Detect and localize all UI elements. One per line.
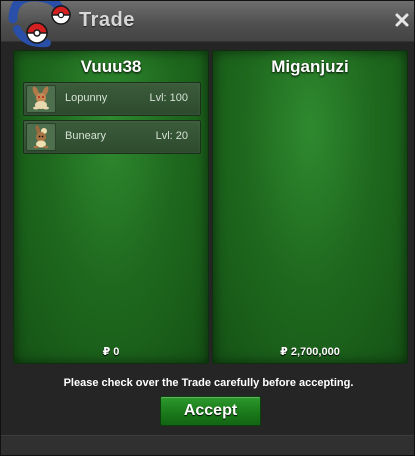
window-bottom-bar — [1, 435, 414, 455]
close-icon[interactable] — [394, 12, 410, 28]
pokemon-level: Lvl: 100 — [149, 92, 188, 104]
lopunny-sprite-icon — [26, 85, 56, 113]
window-title: Trade — [79, 9, 135, 31]
left-trader-name: Vuuu38 — [80, 57, 142, 76]
right-trader-money: ₽ 2,700,000 — [280, 346, 340, 358]
trade-window: Trade Vuuu38 Lopunny Lvl: 100 Buneary Lv… — [0, 0, 415, 456]
pokemon-name: Lopunny — [65, 92, 108, 104]
trade-item-slot[interactable]: Lopunny Lvl: 100 — [23, 82, 201, 116]
buneary-sprite-icon — [26, 123, 56, 151]
left-trader-panel: Vuuu38 Lopunny Lvl: 100 Buneary Lvl: 20 … — [13, 50, 209, 364]
trade-item-slot[interactable]: Buneary Lvl: 20 — [23, 120, 201, 154]
right-trader-name: Miganjuzi — [271, 57, 349, 76]
trade-notice-text: Please check over the Trade carefully be… — [63, 377, 354, 389]
title-bar[interactable]: Trade — [1, 1, 414, 48]
left-trader-money: ₽ 0 — [102, 346, 120, 358]
accept-button[interactable]: Accept — [160, 396, 261, 426]
right-trader-panel: Miganjuzi ₽ 2,700,000 — [212, 50, 408, 364]
pokemon-name: Buneary — [65, 130, 106, 142]
pokemon-level: Lvl: 20 — [155, 130, 188, 142]
pokeball-logo-icon — [8, 1, 71, 48]
